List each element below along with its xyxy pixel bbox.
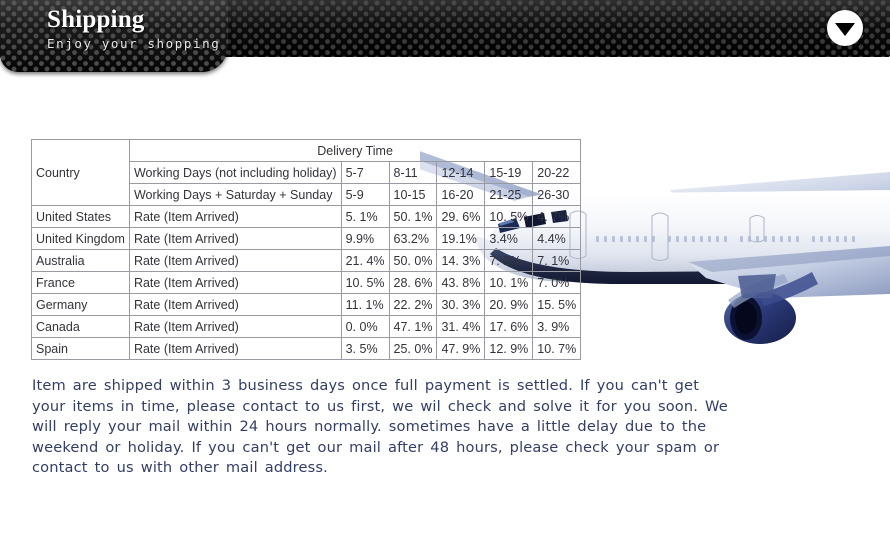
row-rate-value: 10. 5% [484,205,534,228]
row-rate-label: Rate (Item Arrived) [128,205,342,228]
row-rate-label: Rate (Item Arrived) [128,337,342,360]
row-rate-value: 21. 4% [340,249,390,272]
row-rate-value: 30. 3% [436,293,486,316]
shipping-policy-text: Item are shipped within 3 business days … [32,377,728,476]
row-country: Australia [31,249,130,272]
page-subtitle: Enjoy your shopping [47,36,221,51]
row-rate-value: 10. 1% [484,271,534,294]
row-rate-value: 10. 5% [340,271,390,294]
shipping-policy-page: Shipping Enjoy your shopping Country Del… [0,0,890,535]
row-rate-value: 3.4% [484,227,534,250]
banner-title-block: Shipping Enjoy your shopping [47,6,220,53]
all-days-range: 5-9 [340,183,390,206]
all-days-range: 10-15 [388,183,438,206]
row-rate-value: 31. 4% [436,315,486,338]
working-days-range: 20-22 [532,161,582,184]
delivery-time-header: Delivery Time [128,139,582,162]
all-days-range: 26-30 [532,183,582,206]
row-rate-label: Rate (Item Arrived) [128,315,342,338]
row-rate-value: 7. 0% [532,271,582,294]
row-rate-value: 20. 9% [484,293,534,316]
working-days-range: 5-7 [340,161,390,184]
table-row: United States Rate (Item Arrived) 5. 1% … [31,205,582,228]
row-rate-value: 14. 3% [436,249,486,272]
chevron-down-glyph [835,22,855,36]
delivery-rate-table: Country Delivery Time Working Days (not … [31,139,582,360]
row-rate-value: 7. 1% [532,249,582,272]
row-rate-value: 12. 9% [484,337,534,360]
row-rate-value: 19.1% [436,227,486,250]
row-rate-label: Rate (Item Arrived) [128,271,342,294]
row-rate-value: 43. 8% [436,271,486,294]
row-rate-value: 3. 5% [340,337,390,360]
row-rate-value: 5. 1% [340,205,390,228]
table-header-row: Country Delivery Time [31,139,582,206]
row-rate-value: 22. 2% [388,293,438,316]
row-rate-value: 28. 6% [388,271,438,294]
all-days-label: Working Days + Saturday + Sunday [128,183,342,206]
working-days-range: 12-14 [436,161,486,184]
row-rate-value: 9.9% [340,227,390,250]
row-rate-value: 0. 0% [340,315,390,338]
working-days-range: 15-19 [484,161,534,184]
row-rate-value: 50. 1% [388,205,438,228]
row-country: United States [31,205,130,228]
working-days-label: Working Days (not including holiday) [128,161,342,184]
row-rate-label: Rate (Item Arrived) [128,249,342,272]
row-rate-value: 25. 0% [388,337,438,360]
row-rate-value: 11. 1% [340,293,390,316]
row-rate-value: 10. 7% [532,337,582,360]
row-rate-value: 47. 9% [436,337,486,360]
row-country: Spain [31,337,130,360]
row-rate-label: Rate (Item Arrived) [128,293,342,316]
row-country: France [31,271,130,294]
row-country: United Kingdom [31,227,130,250]
row-rate-value: 50. 0% [388,249,438,272]
table-row: Germany Rate (Item Arrived) 11. 1% 22. 2… [31,293,582,316]
working-days-range: 8-11 [388,161,438,184]
table-row: Spain Rate (Item Arrived) 3. 5% 25. 0% 4… [31,337,582,360]
row-rate-value: 29. 6% [436,205,486,228]
table-row: Canada Rate (Item Arrived) 0. 0% 47. 1% … [31,315,582,338]
all-days-range: 16-20 [436,183,486,206]
all-days-range: 21-25 [484,183,534,206]
row-country: Canada [31,315,130,338]
row-rate-label: Rate (Item Arrived) [128,227,342,250]
row-rate-value: 3. 9% [532,315,582,338]
row-rate-value: 7. 2% [484,249,534,272]
row-rate-value: 17. 6% [484,315,534,338]
country-column-header: Country [31,139,130,206]
row-rate-value: 15. 5% [532,293,582,316]
row-rate-value: 4.4% [532,227,582,250]
row-country: Germany [31,293,130,316]
row-rate-value: 4. 7% [532,205,582,228]
table-row: United Kingdom Rate (Item Arrived) 9.9% … [31,227,582,250]
table-row: Australia Rate (Item Arrived) 21. 4% 50.… [31,249,582,272]
row-rate-value: 63.2% [388,227,438,250]
table-row: France Rate (Item Arrived) 10. 5% 28. 6%… [31,271,582,294]
chevron-down-circle-icon[interactable] [827,10,863,46]
row-rate-value: 47. 1% [388,315,438,338]
page-title: Shipping [47,6,145,33]
